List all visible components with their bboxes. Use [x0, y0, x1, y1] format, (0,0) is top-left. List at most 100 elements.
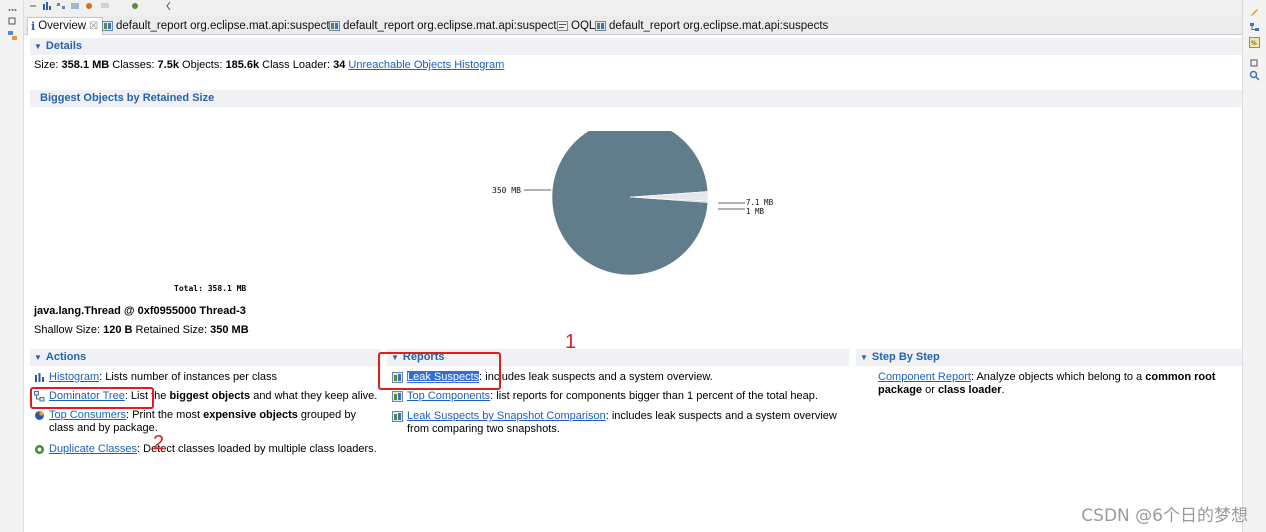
total-label: Total: 358.1 MB — [174, 284, 247, 293]
biggest-objects-section-header: Biggest Objects by Retained Size — [30, 90, 1242, 107]
annotation-box-dominator — [30, 387, 154, 409]
duplicate-classes-link[interactable]: Duplicate Classes — [49, 443, 137, 455]
close-icon[interactable]: ☒ — [89, 18, 98, 35]
tab-default-report-2[interactable]: default_report org.eclipse.mat.api:suspe… — [326, 17, 566, 35]
pie-slice[interactable] — [551, 131, 709, 276]
step-by-step-section-header[interactable]: ▼ Step By Step — [856, 349, 1242, 366]
oql-icon[interactable]: % — [1249, 37, 1260, 48]
top-consumers-link[interactable]: Top Consumers — [49, 409, 126, 421]
export-icon[interactable] — [130, 2, 140, 10]
actions-section-header[interactable]: ▼ Actions — [30, 349, 381, 366]
consumers-desc-bold: expensive objects — [203, 409, 298, 421]
duplicate-classes-icon — [35, 445, 44, 454]
histogram-desc: : Lists number of instances per class — [99, 371, 278, 383]
overview-content: ▼ Details Size: 358.1 MB Classes: 7.5k Ob… — [30, 37, 1242, 532]
search-icon[interactable] — [1249, 70, 1260, 81]
restore-icon[interactable] — [1249, 57, 1260, 68]
annotation-number-2: 2 — [153, 432, 165, 454]
section-title: Biggest Objects by Retained Size — [40, 92, 215, 104]
tab-label: default_report org.eclipse.mat.api:suspe… — [609, 19, 829, 32]
section-title: Details — [45, 40, 82, 52]
classes-label: Classes: — [112, 59, 155, 71]
histogram-icon[interactable] — [42, 2, 52, 10]
details-section-header[interactable]: ▼ Details — [30, 38, 1242, 55]
report-icon — [329, 21, 340, 31]
tree-icon[interactable] — [1249, 22, 1260, 33]
report-snapshot-comparison: Leak Suspects by Snapshot Comparison: in… — [392, 410, 847, 436]
report-icon — [392, 411, 403, 422]
histogram-icon — [35, 373, 44, 382]
top-toolbar — [24, 0, 1242, 16]
size-value: 358.1 MB — [61, 59, 110, 71]
left-toolbar-strip — [0, 0, 24, 532]
collapse-icon: ▼ — [34, 42, 42, 51]
step-component-report: Component Report: Analyze objects which … — [878, 371, 1238, 397]
dominator-desc-bold: biggest objects — [169, 390, 251, 402]
histogram-link[interactable]: Histogram — [49, 371, 99, 383]
collapse-icon: ▼ — [34, 353, 42, 362]
class-loader-value: 34 — [333, 59, 346, 71]
unreachable-objects-histogram-link[interactable]: Unreachable Objects Histogram — [348, 59, 504, 71]
action-top-consumers: Top Consumers: Print the most expensive … — [34, 409, 379, 435]
report-icon — [595, 21, 606, 31]
objects-label: Objects: — [182, 59, 223, 71]
annotation-box-reports — [378, 352, 501, 390]
class-loader-label: Class Loader: — [262, 59, 331, 71]
shallow-size-value: 120 B — [103, 324, 133, 336]
back-icon[interactable] — [164, 2, 174, 10]
component-desc-bold: class loader — [937, 384, 1002, 396]
consumers-desc: : Print the most — [126, 409, 204, 421]
tab-default-report-1[interactable]: default_report org.eclipse.mat.api:suspe… — [99, 17, 339, 35]
component-report-link[interactable]: Component Report — [878, 371, 971, 383]
query-icon[interactable] — [70, 2, 80, 10]
report-top-components: Top Components: list reports for compone… — [392, 390, 847, 403]
arrow-icon[interactable] — [30, 2, 40, 10]
slice-label: 7.1 MB — [746, 198, 774, 207]
duplicate-desc: : Detect classes loaded by multiple clas… — [137, 443, 377, 455]
biggest-object-sizes: Shallow Size: 120 B Retained Size: 350 M… — [34, 324, 249, 336]
component-desc: . — [1001, 384, 1005, 396]
report-icon — [102, 21, 113, 31]
tab-overview[interactable]: i Overview ☒ — [27, 17, 104, 35]
retained-size-value: 350 MB — [210, 324, 249, 336]
shallow-size-label: Shallow Size: — [34, 324, 101, 336]
tree-icon[interactable] — [56, 2, 66, 10]
objects-value: 185.6k — [225, 59, 260, 71]
biggest-objects-pie-chart[interactable]: 350 MB 7.1 MB 1 MB — [480, 131, 800, 276]
watermark: CSDN @6个日的梦想 — [1081, 506, 1248, 526]
collapse-icon: ▼ — [860, 353, 868, 362]
tab-label: default_report org.eclipse.mat.api:suspe… — [343, 19, 563, 32]
edit-icon[interactable] — [1249, 6, 1260, 17]
section-title: Step By Step — [871, 351, 940, 363]
leak-desc: : includes leak suspects and a system ov… — [479, 371, 713, 383]
info-icon: i — [31, 20, 36, 33]
editor-tab-bar: i Overview ☒ default_report org.eclipse.… — [24, 16, 1242, 35]
biggest-object-name[interactable]: java.lang.Thread @ 0xf0955000 Thread-3 — [34, 305, 246, 317]
oql-icon — [557, 21, 568, 31]
right-toolbar-strip: % — [1242, 0, 1266, 532]
report-icon[interactable] — [84, 2, 94, 10]
top-components-link[interactable]: Top Components — [407, 390, 490, 402]
tab-label: default_report org.eclipse.mat.api:suspe… — [116, 19, 336, 32]
classes-value: 7.5k — [157, 59, 179, 71]
snapshot-comparison-link[interactable]: Leak Suspects by Snapshot Comparison — [407, 410, 606, 422]
slice-label: 350 MB — [492, 186, 521, 195]
tab-label: Overview — [38, 20, 87, 32]
action-histogram: Histogram: Lists number of instances per… — [34, 371, 379, 384]
dropdown-icon[interactable] — [100, 2, 110, 10]
restore-icon[interactable] — [8, 16, 17, 25]
report-icon — [392, 391, 403, 402]
retained-size-label: Retained Size: — [135, 324, 208, 336]
annotation-number-1: 1 — [565, 331, 577, 353]
action-duplicate-classes: Duplicate Classes: Detect classes loaded… — [34, 443, 379, 456]
tab-default-report-3[interactable]: default_report org.eclipse.mat.api:suspe… — [592, 17, 832, 35]
details-summary: Size: 358.1 MB Classes: 7.5k Objects: 18… — [34, 59, 504, 71]
size-label: Size: — [34, 59, 59, 71]
more-icon[interactable] — [8, 4, 17, 13]
component-desc: : Analyze objects which belong to a — [970, 371, 1146, 383]
heap-dump-icon[interactable] — [7, 30, 18, 41]
pie-icon — [35, 411, 44, 420]
components-desc: : list reports for components bigger tha… — [490, 390, 818, 402]
section-title: Actions — [45, 351, 87, 363]
dominator-desc: and what they keep alive. — [250, 390, 378, 402]
